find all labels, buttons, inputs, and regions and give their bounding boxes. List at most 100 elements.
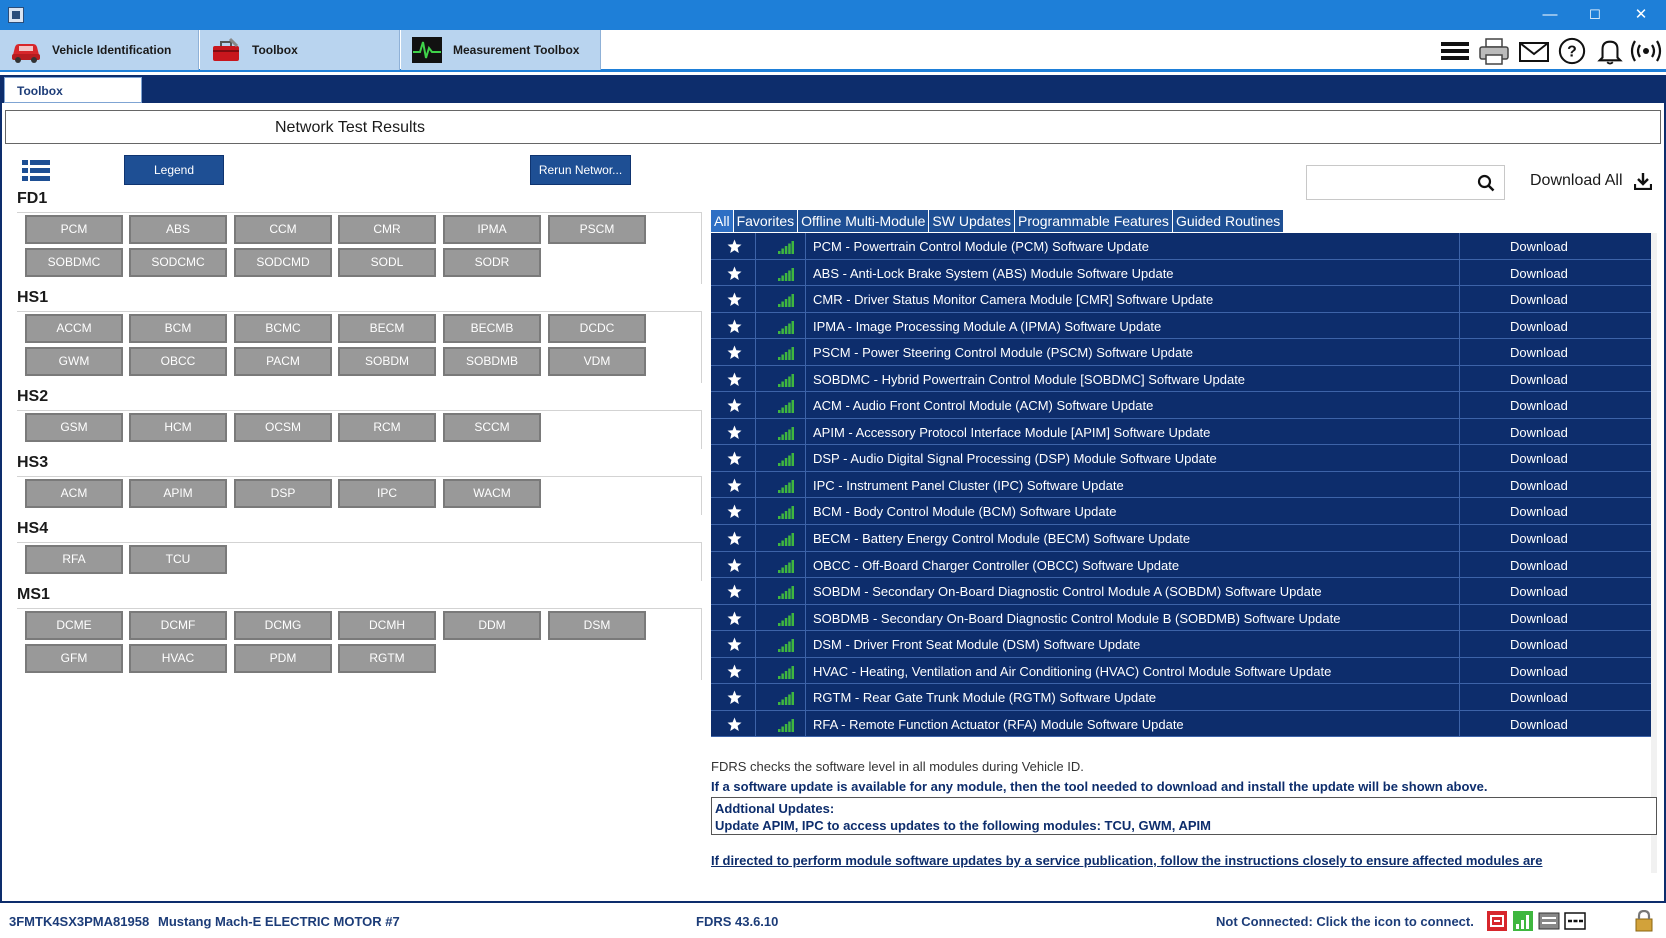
module-button-vdm[interactable]: VDM [548, 347, 646, 376]
module-button-dcmh[interactable]: DCMH [338, 611, 436, 640]
update-row[interactable]: RFA - Remote Function Actuator (RFA) Mod… [711, 710, 1657, 738]
download-button[interactable]: Download [1510, 717, 1568, 732]
update-row[interactable]: IPMA - Image Processing Module A (IPMA) … [711, 312, 1657, 340]
close-button[interactable]: ✕ [1630, 4, 1652, 26]
search-input[interactable] [1313, 173, 1463, 193]
module-button-becmb[interactable]: BECMB [443, 314, 541, 343]
download-button[interactable]: Download [1510, 292, 1568, 307]
favorite-star-icon[interactable] [727, 717, 742, 732]
favorite-star-icon[interactable] [727, 637, 742, 652]
filter-tab-offline-multi-module[interactable]: Offline Multi-Module [798, 210, 929, 232]
module-button-sobdm[interactable]: SOBDM [338, 347, 436, 376]
download-button[interactable]: Download [1510, 690, 1568, 705]
favorite-star-icon[interactable] [727, 372, 742, 387]
help-icon[interactable]: ? [1557, 37, 1587, 65]
download-button[interactable]: Download [1510, 398, 1568, 413]
menu-icon[interactable] [1440, 37, 1470, 65]
filter-tab-favorites[interactable]: Favorites [733, 210, 798, 232]
download-icon[interactable] [1634, 172, 1652, 190]
list-view-icon[interactable] [22, 160, 50, 182]
download-all-button[interactable]: Download All [1530, 172, 1623, 190]
update-row[interactable]: APIM - Accessory Protocol Interface Modu… [711, 418, 1657, 446]
download-button[interactable]: Download [1510, 637, 1568, 652]
module-button-dcmg[interactable]: DCMG [234, 611, 332, 640]
bell-icon[interactable] [1597, 37, 1623, 65]
module-button-dsm[interactable]: DSM [548, 611, 646, 640]
favorite-star-icon[interactable] [727, 558, 742, 573]
download-button[interactable]: Download [1510, 239, 1568, 254]
module-button-sobdmc[interactable]: SOBDMC [25, 248, 123, 277]
update-row[interactable]: CMR - Driver Status Monitor Camera Modul… [711, 286, 1657, 313]
minimize-button[interactable]: — [1539, 4, 1561, 26]
dashes-icon[interactable] [1564, 910, 1586, 932]
module-button-sodcmc[interactable]: SODCMC [129, 248, 227, 277]
favorite-star-icon[interactable] [727, 531, 742, 546]
update-row[interactable]: HVAC - Heating, Ventilation and Air Cond… [711, 657, 1657, 685]
download-button[interactable]: Download [1510, 425, 1568, 440]
download-button[interactable]: Download [1510, 584, 1568, 599]
update-row[interactable]: ACM - Audio Front Control Module (ACM) S… [711, 392, 1657, 419]
lock-icon[interactable] [1633, 910, 1655, 932]
download-button[interactable]: Download [1510, 345, 1568, 360]
favorite-star-icon[interactable] [727, 266, 742, 281]
module-button-sodl[interactable]: SODL [338, 248, 436, 277]
module-button-pacm[interactable]: PACM [234, 347, 332, 376]
download-button[interactable]: Download [1510, 664, 1568, 679]
rerun-network-test-button[interactable]: Rerun Networ... [530, 155, 631, 185]
update-row[interactable]: DSM - Driver Front Seat Module (DSM) Sof… [711, 631, 1657, 658]
network-icon[interactable] [1538, 910, 1560, 932]
update-row[interactable]: SOBDM - Secondary On-Board Diagnostic Co… [711, 578, 1657, 605]
module-button-hvac[interactable]: HVAC [129, 644, 227, 673]
favorite-star-icon[interactable] [727, 398, 742, 413]
filter-tab-sw-updates[interactable]: SW Updates [929, 210, 1014, 232]
update-row[interactable]: OBCC - Off-Board Charger Controller (OBC… [711, 551, 1657, 579]
update-row[interactable]: IPC - Instrument Panel Cluster (IPC) Sof… [711, 471, 1657, 499]
tab-toolbox-sub[interactable]: Toolbox [4, 77, 142, 103]
module-button-wacm[interactable]: WACM [443, 479, 541, 508]
download-button[interactable]: Download [1510, 451, 1568, 466]
update-row[interactable]: ABS - Anti-Lock Brake System (ABS) Modul… [711, 259, 1657, 287]
module-button-accm[interactable]: ACCM [25, 314, 123, 343]
service-publication-link[interactable]: If directed to perform module software u… [711, 853, 1611, 870]
module-button-ipc[interactable]: IPC [338, 479, 436, 508]
module-button-pscm[interactable]: PSCM [548, 215, 646, 244]
module-button-bcm[interactable]: BCM [129, 314, 227, 343]
favorite-star-icon[interactable] [727, 239, 742, 254]
favorite-star-icon[interactable] [727, 690, 742, 705]
module-button-ddm[interactable]: DDM [443, 611, 541, 640]
legend-button[interactable]: Legend [124, 155, 224, 185]
favorite-star-icon[interactable] [727, 504, 742, 519]
scrollbar[interactable] [1651, 233, 1657, 873]
module-button-gwm[interactable]: GWM [25, 347, 123, 376]
tab-vehicle-identification[interactable]: Vehicle Identification [0, 30, 199, 70]
module-button-sodcmd[interactable]: SODCMD [234, 248, 332, 277]
module-button-rgtm[interactable]: RGTM [338, 644, 436, 673]
update-row[interactable]: DSP - Audio Digital Signal Processing (D… [711, 445, 1657, 472]
module-button-becm[interactable]: BECM [338, 314, 436, 343]
update-row[interactable]: PCM - Powertrain Control Module (PCM) So… [711, 233, 1657, 260]
module-button-apim[interactable]: APIM [129, 479, 227, 508]
tab-measurement-toolbox[interactable]: Measurement Toolbox [401, 30, 601, 70]
module-button-gsm[interactable]: GSM [25, 413, 123, 442]
module-button-cmr[interactable]: CMR [338, 215, 436, 244]
module-button-rfa[interactable]: RFA [25, 545, 123, 574]
signal-icon[interactable] [1512, 910, 1534, 932]
module-button-obcc[interactable]: OBCC [129, 347, 227, 376]
module-button-ocsm[interactable]: OCSM [234, 413, 332, 442]
module-button-hcm[interactable]: HCM [129, 413, 227, 442]
download-button[interactable]: Download [1510, 558, 1568, 573]
filter-tab-programmable-features[interactable]: Programmable Features [1014, 210, 1172, 232]
filter-tab-all[interactable]: All [711, 210, 733, 232]
download-button[interactable]: Download [1510, 504, 1568, 519]
favorite-star-icon[interactable] [727, 319, 742, 334]
favorite-star-icon[interactable] [727, 611, 742, 626]
favorite-star-icon[interactable] [727, 292, 742, 307]
download-button[interactable]: Download [1510, 372, 1568, 387]
download-button[interactable]: Download [1510, 611, 1568, 626]
module-button-ipma[interactable]: IPMA [443, 215, 541, 244]
download-button[interactable]: Download [1510, 531, 1568, 546]
update-row[interactable]: SOBDMC - Hybrid Powertrain Control Modul… [711, 365, 1657, 393]
favorite-star-icon[interactable] [727, 478, 742, 493]
module-button-rcm[interactable]: RCM [338, 413, 436, 442]
tab-toolbox[interactable]: Toolbox [200, 30, 400, 70]
